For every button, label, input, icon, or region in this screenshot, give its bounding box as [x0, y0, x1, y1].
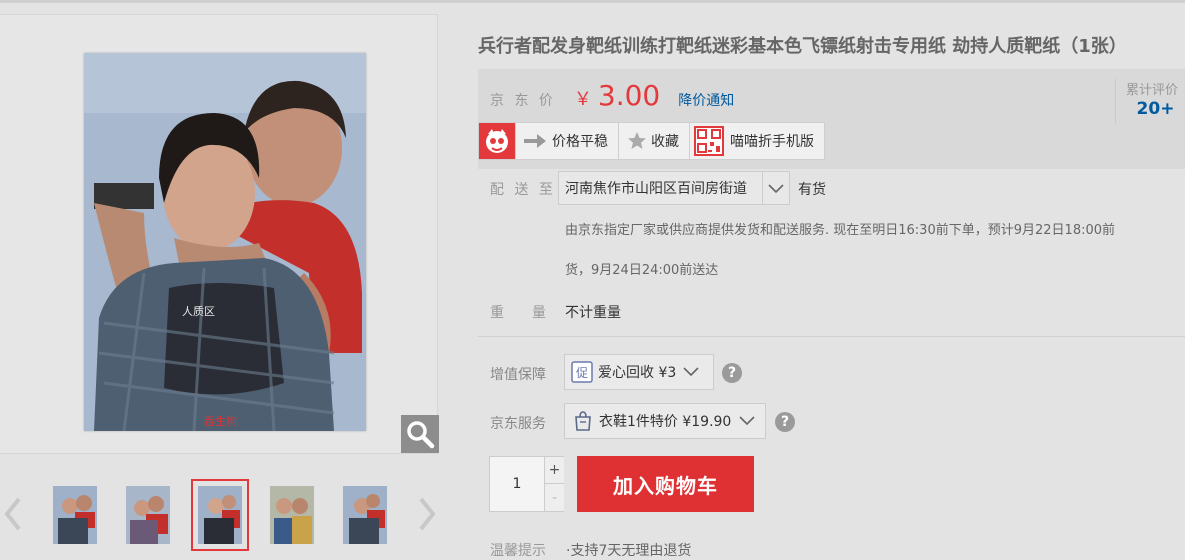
review-count: 20+	[1136, 99, 1175, 119]
thumbnail-2[interactable]	[126, 486, 170, 544]
favorite-label: 收藏	[651, 134, 679, 150]
recycle-badge-icon: 促	[571, 361, 593, 383]
add-to-cart-button[interactable]: 加入购物车	[577, 456, 754, 512]
quantity-decrease-button[interactable]: -	[544, 484, 564, 511]
mobile-qr-tag[interactable]: 喵喵折手机版	[690, 122, 825, 160]
product-photo: 人质区 吞生狗	[84, 53, 366, 431]
delivery-note-line2: 货，9月24日24:00前送达	[565, 263, 719, 278]
svg-text:促: 促	[576, 366, 588, 380]
chevron-down-icon	[739, 416, 755, 426]
price-stable-tag[interactable]: 价格平稳	[516, 122, 619, 160]
weight-value: 不计重量	[565, 305, 621, 321]
star-icon	[628, 132, 646, 149]
currency-symbol: ￥	[573, 89, 592, 110]
address-divider	[762, 172, 763, 204]
tips-label: 温馨提示	[490, 543, 546, 559]
stock-status: 有货	[798, 182, 826, 198]
delivery-note-line1: 由京东指定厂家或供应商提供发货和配送服务. 现在至明日16:30前下单，预计9月…	[565, 223, 1116, 238]
main-image-panel: 人质区 吞生狗	[0, 14, 438, 454]
hostage-target-illustration: 人质区 吞生狗	[84, 53, 366, 431]
thumbnail-strip	[0, 472, 440, 557]
quantity-stepper: + -	[489, 456, 564, 512]
qr-code-icon	[694, 126, 724, 156]
guarantee-option-label: 爱心回收 ¥3	[598, 365, 677, 381]
favorite-tag[interactable]: 收藏	[619, 122, 690, 160]
address-selector[interactable]: 河南焦作市山阳区百间房街道	[558, 171, 790, 205]
target-zone-label: 人质区	[182, 305, 215, 318]
thumb-next-arrow[interactable]	[414, 494, 440, 534]
chevron-left-icon	[4, 497, 21, 531]
delivery-label: 配 送 至	[490, 182, 556, 198]
jd-service-option-label: 衣鞋1件特价 ¥19.90	[599, 414, 732, 430]
jd-service-label: 京东服务	[490, 416, 546, 432]
product-title: 兵行者配发身靶纸训练打靶纸迷彩基本色飞镖纸射击专用纸 劫持人质靶纸（1张）	[478, 36, 1127, 57]
thumbnail-image	[198, 486, 242, 544]
thumbnail-1[interactable]	[53, 486, 97, 544]
promo-tags: 价格平稳 收藏 喵喵折手机版	[478, 122, 825, 160]
mascot-tag[interactable]	[478, 122, 516, 160]
thumbnail-image	[270, 486, 314, 544]
weight-label: 重 量	[490, 305, 546, 321]
quantity-input[interactable]	[490, 457, 544, 511]
guarantee-help-icon[interactable]: ?	[722, 363, 742, 383]
thumb-prev-arrow[interactable]	[0, 494, 26, 534]
thumbnail-4[interactable]	[270, 486, 314, 544]
arrow-right-icon	[524, 134, 546, 148]
top-border	[0, 0, 1185, 3]
section-divider	[478, 336, 1185, 337]
zoom-button[interactable]	[401, 415, 439, 453]
chevron-down-icon	[683, 367, 699, 377]
price-amount: 3.00	[597, 79, 661, 112]
guarantee-option[interactable]: 促 爱心回收 ¥3	[564, 354, 714, 390]
review-summary[interactable]: 累计评价 20+	[1115, 79, 1185, 123]
review-label: 累计评价	[1126, 83, 1179, 98]
red-mascot-icon	[486, 129, 508, 153]
jd-service-help-icon[interactable]: ?	[775, 412, 795, 432]
price-stable-label: 价格平稳	[552, 134, 608, 150]
price-row: 京 东 价 ￥ 3.00 降价通知	[490, 79, 734, 112]
magnifier-icon	[407, 421, 435, 449]
address-value: 河南焦作市山阳区百间房街道	[565, 181, 747, 197]
guarantee-label: 增值保障	[490, 367, 546, 383]
thumbnail-3-selected[interactable]	[191, 479, 249, 551]
chevron-right-icon	[419, 497, 436, 531]
mobile-qr-label: 喵喵折手机版	[730, 134, 814, 150]
price-label: 京 东 价	[490, 93, 556, 109]
jd-service-option[interactable]: 衣鞋1件特价 ¥19.90	[564, 403, 766, 439]
tips-text: ·支持7天无理由退货	[566, 543, 692, 559]
thumbnail-image	[126, 486, 170, 544]
quantity-increase-button[interactable]: +	[544, 457, 564, 484]
price-box: 京 东 价 ￥ 3.00 降价通知 累计评价 20+ 价格平稳 收藏 喵喵折手机…	[478, 69, 1185, 169]
thumbnail-image	[343, 486, 387, 544]
price-notify-link[interactable]: 降价通知	[678, 90, 734, 110]
thumbnail-5[interactable]	[343, 486, 387, 544]
chevron-down-icon	[768, 184, 784, 194]
thumbnail-image	[53, 486, 97, 544]
hanger-bag-icon	[575, 411, 591, 431]
target-bottom-label: 吞生狗	[204, 414, 237, 428]
price-value: ￥ 3.00	[574, 79, 660, 112]
